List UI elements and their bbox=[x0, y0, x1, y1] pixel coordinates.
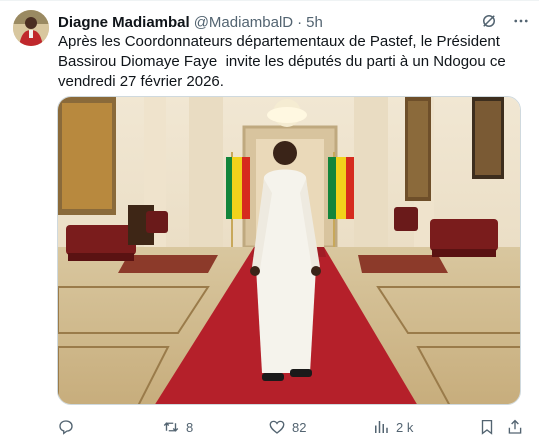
repost-icon bbox=[163, 422, 179, 432]
more-icon[interactable] bbox=[511, 11, 531, 31]
repost-count: 8 bbox=[186, 419, 194, 435]
share-button[interactable] bbox=[506, 412, 524, 442]
top-divider bbox=[0, 0, 539, 1]
share-icon bbox=[508, 419, 522, 434]
like-count: 82 bbox=[292, 419, 307, 435]
like-button[interactable]: 82 bbox=[268, 412, 306, 442]
views-icon bbox=[375, 421, 388, 433]
reply-button[interactable] bbox=[57, 412, 81, 442]
tweet-header: Diagne Madiambal @MadiambalD · 5h bbox=[58, 12, 529, 32]
tweet-photo[interactable] bbox=[57, 96, 521, 405]
author-avatar[interactable] bbox=[13, 10, 49, 46]
header-icons bbox=[479, 11, 531, 31]
tweet-actions: 8 82 2 k bbox=[50, 412, 530, 442]
bookmark-icon bbox=[481, 419, 493, 435]
reply-icon bbox=[59, 420, 73, 435]
views-count: 2 k bbox=[396, 419, 414, 435]
bookmark-button[interactable] bbox=[478, 412, 496, 442]
author-name[interactable]: Diagne Madiambal bbox=[58, 14, 190, 31]
heart-icon bbox=[269, 420, 285, 434]
author-handle[interactable]: @MadiambalD bbox=[194, 14, 293, 31]
separator-dot: · bbox=[297, 13, 303, 31]
repost-button[interactable]: 8 bbox=[162, 412, 193, 442]
grok-icon[interactable] bbox=[479, 11, 499, 31]
tweet-time[interactable]: 5h bbox=[306, 14, 323, 31]
tweet-text: Après les Coordonnateurs départementaux … bbox=[58, 33, 510, 90]
views-button[interactable]: 2 k bbox=[372, 412, 413, 442]
